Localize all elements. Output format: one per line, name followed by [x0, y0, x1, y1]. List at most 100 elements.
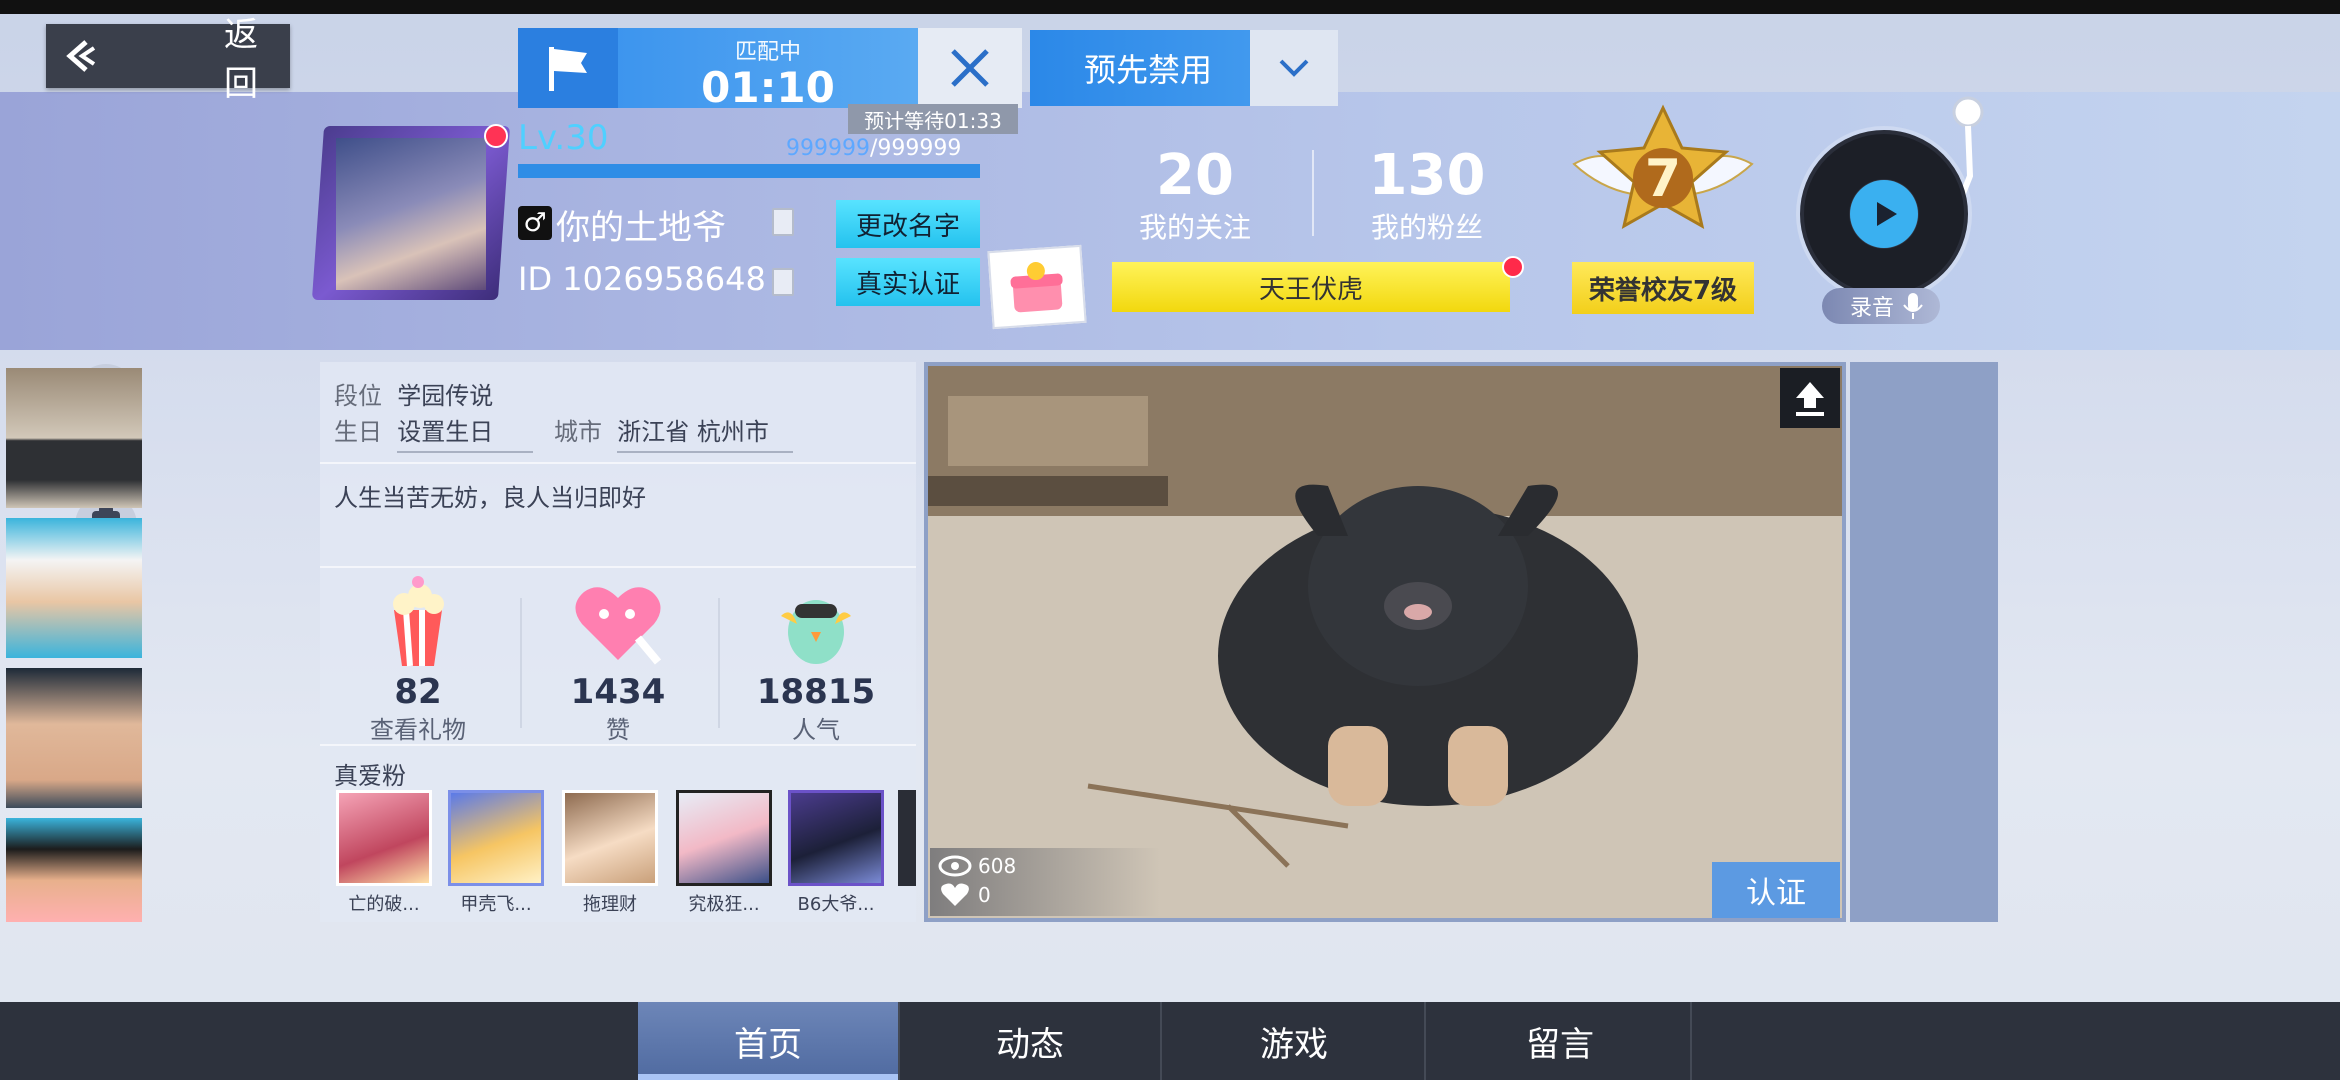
matching-panel: 匹配中 01:10	[518, 28, 1022, 110]
thumbnail-photo-man[interactable]	[6, 668, 142, 808]
gifts-count: 82	[394, 672, 442, 712]
main-photo[interactable]	[924, 362, 1846, 922]
fan-avatar	[788, 790, 884, 886]
real-verify-button[interactable]: 真实认证	[836, 258, 980, 306]
tab-games[interactable]: 游戏	[1164, 1002, 1426, 1080]
fans-count: 130	[1368, 143, 1486, 208]
birthday-row: 生日 设置生日	[334, 412, 534, 453]
pre-ban-button[interactable]: 预先禁用	[1030, 30, 1338, 106]
divider	[320, 744, 916, 746]
title-badge[interactable]: 天王伏虎	[1112, 262, 1510, 312]
fan-item[interactable]: 究极狂...	[676, 790, 772, 916]
matching-status: 匹配中	[734, 40, 801, 65]
fan-name: 拖理财	[583, 894, 637, 915]
likes-count: 1434	[570, 672, 666, 712]
cancel-match-button[interactable]	[918, 28, 1022, 108]
record-label: 录音	[1850, 296, 1895, 321]
upload-photo-button[interactable]	[1780, 368, 1840, 428]
photo-thumbnails	[1850, 362, 1998, 922]
back-arrow-icon	[46, 24, 114, 88]
rank-row: 段位 学园传说	[334, 376, 493, 411]
fan-item[interactable]: B6大爷...	[788, 790, 884, 916]
popularity-count: 18815	[756, 672, 876, 712]
popularity-stat[interactable]: 18815 人气	[726, 576, 906, 745]
honor-rank-number: 7	[1645, 149, 1681, 209]
following-label: 我的关注	[1138, 211, 1251, 244]
fan-item-partial	[898, 790, 916, 886]
city-key: 城市	[554, 418, 602, 446]
tab-home[interactable]: 首页	[638, 1002, 900, 1080]
honor-medal-icon[interactable]: 7	[1570, 104, 1756, 252]
fan-avatar	[562, 790, 658, 886]
popularity-label: 人气	[792, 716, 840, 744]
microphone-icon	[1903, 293, 1923, 319]
thumbnail-pig[interactable]	[6, 368, 142, 508]
copy-name-icon[interactable]	[772, 208, 794, 236]
popcorn-icon	[393, 576, 444, 667]
stat-divider	[1312, 150, 1314, 236]
play-icon[interactable]	[1850, 180, 1918, 248]
user-name: 你的土地爷	[556, 208, 726, 248]
heart-icon	[575, 587, 662, 665]
chevron-down-icon[interactable]	[1250, 30, 1338, 106]
view-count: 608	[978, 854, 1017, 878]
fans-stat[interactable]: 130 我的粉丝	[1362, 146, 1492, 246]
fan-avatar	[336, 790, 432, 886]
likes-stat[interactable]: 1434 赞	[528, 576, 708, 745]
thumbnail-cartoon-man[interactable]	[6, 518, 142, 658]
divider	[718, 598, 720, 728]
fan-name: 甲壳飞...	[460, 894, 532, 915]
avatar[interactable]	[336, 138, 486, 290]
exp-bar	[518, 164, 980, 178]
fan-avatar	[448, 790, 544, 886]
exp-readout: 999999/999999	[786, 136, 962, 161]
rank-key: 段位	[334, 382, 382, 410]
signature[interactable]: 人生当苦无妨，良人当归即好	[334, 478, 646, 513]
gender-male-icon: ♂	[518, 206, 552, 240]
eye-icon	[938, 855, 972, 877]
fan-name: 亡的破...	[348, 894, 420, 915]
avatar-notification-dot	[484, 124, 508, 148]
rename-button[interactable]: 更改名字	[836, 200, 980, 248]
city-row: 城市 浙江省 杭州市	[554, 412, 794, 453]
likes-label: 赞	[606, 716, 630, 744]
bird-icon	[781, 600, 851, 664]
divider	[520, 598, 522, 728]
honor-badge[interactable]: 荣誉校友7级	[1572, 262, 1754, 314]
following-count: 20	[1156, 143, 1234, 208]
rank-value: 学园传说	[397, 382, 494, 410]
flag-icon	[518, 28, 618, 108]
thumbnail-cartoon-pig[interactable]	[6, 818, 142, 922]
tab-moments[interactable]: 动态	[900, 1002, 1162, 1080]
fan-item[interactable]: 拖理财	[562, 790, 658, 916]
gifts-stat[interactable]: 82 查看礼物	[328, 576, 508, 745]
birthday-field[interactable]: 设置生日	[397, 412, 534, 453]
true-fans-title: 真爱粉	[334, 762, 406, 790]
tab-messages[interactable]: 留言	[1430, 1002, 1692, 1080]
pig-photo	[928, 366, 1842, 918]
city-field[interactable]: 浙江省 杭州市	[617, 412, 794, 453]
fan-item[interactable]: 甲壳飞...	[448, 790, 544, 916]
fan-item[interactable]: 亡的破...	[336, 790, 432, 916]
matching-timer: 匹配中 01:10	[618, 28, 918, 110]
copy-id-icon[interactable]	[772, 268, 794, 296]
upload-icon	[1796, 382, 1824, 416]
voice-record-player[interactable]	[1800, 130, 1968, 298]
divider	[320, 462, 916, 464]
wait-estimate: 预计等待01:33	[848, 104, 1018, 134]
fans-label: 我的粉丝	[1370, 211, 1483, 244]
gift-box-icon[interactable]	[987, 244, 1087, 330]
record-button[interactable]: 录音	[1822, 288, 1940, 324]
close-icon	[951, 49, 989, 87]
user-level: Lv.30	[518, 118, 609, 158]
divider	[320, 566, 916, 568]
user-id: ID 1026958648	[518, 260, 766, 298]
birthday-key: 生日	[334, 418, 382, 446]
back-button[interactable]: 返回	[46, 15, 290, 104]
following-stat[interactable]: 20 我的关注	[1130, 146, 1260, 246]
like-heart-icon	[941, 883, 969, 906]
photo-stats: 608 0	[930, 848, 1160, 916]
title-badge-dot	[1502, 256, 1524, 278]
status-strip	[0, 0, 2340, 14]
photo-verify-button[interactable]: 认证	[1712, 862, 1840, 918]
